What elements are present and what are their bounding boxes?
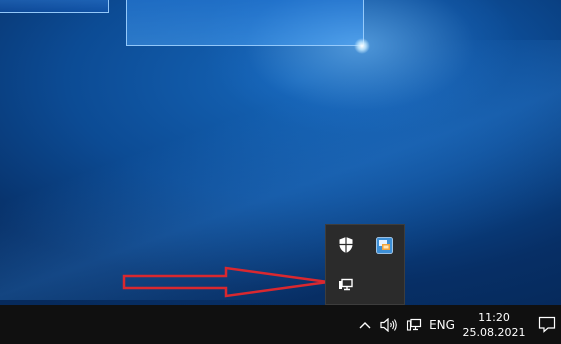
wallpaper-window-pane (126, 0, 364, 46)
desktop-wallpaper (0, 0, 561, 305)
taskbar: ENG 11:20 25.08.2021 (0, 305, 561, 344)
windows-security-shield-icon[interactable] (334, 233, 358, 257)
clock-time: 11:20 (478, 310, 510, 324)
network-app-icon[interactable] (372, 233, 396, 257)
speaker-volume-icon[interactable] (378, 305, 400, 344)
tray-overflow-panel (325, 224, 405, 305)
network-monitor-icon[interactable] (403, 305, 425, 344)
network-monitor-icon[interactable] (334, 273, 358, 297)
chevron-up-icon[interactable] (356, 305, 374, 344)
wallpaper-glow (354, 38, 370, 54)
wallpaper-light-beam (0, 40, 561, 300)
clock-date: 25.08.2021 (462, 325, 526, 339)
clock[interactable]: 11:20 25.08.2021 (462, 305, 526, 344)
action-center-icon[interactable] (534, 305, 560, 344)
wallpaper-window-pane (0, 0, 109, 13)
annotation-arrow (122, 266, 329, 298)
input-language-indicator[interactable]: ENG (426, 305, 458, 344)
